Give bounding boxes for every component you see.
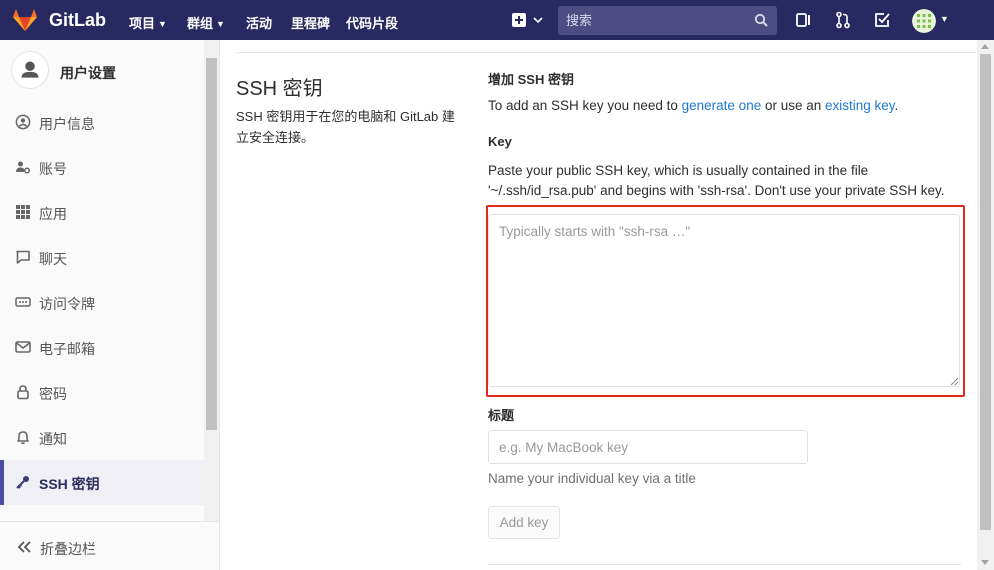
nav-snippets[interactable]: 代码片段 [346,13,398,32]
generate-one-link[interactable]: generate one [682,98,762,113]
add-key-instructions: To add an SSH key you need to generate o… [488,98,898,113]
chevron-down-icon: ▼ [158,19,167,29]
settings-sidebar: 用户设置 用户信息 账号 应用 聊天 访问令牌 电子邮箱 密码 通知 SSH 密… [0,40,220,570]
nav-projects-label: 项目 [129,16,156,31]
page-scrollbar-thumb[interactable] [980,54,991,530]
nav-activity-label: 活动 [246,16,273,31]
key-icon [16,476,29,489]
double-chevron-left-icon [17,541,31,553]
todo-check-icon[interactable] [873,11,891,29]
instruction-text: or use an [761,98,826,113]
active-indicator [0,460,4,505]
scroll-up-arrow-icon[interactable] [981,44,989,49]
search-input[interactable] [566,12,746,29]
add-key-button[interactable]: Add key [488,506,560,539]
sidebar-item-access-tokens[interactable]: 访问令牌 [0,280,204,325]
title-help-text: Name your individual key via a title [488,471,696,486]
user-circle-icon [15,114,31,130]
collapse-sidebar-button[interactable]: 折叠边栏 [0,521,219,570]
divider [236,52,976,53]
sidebar-item-notifications[interactable]: 通知 [0,415,204,460]
grid-apps-icon [16,205,30,219]
key-textarea[interactable] [488,214,960,387]
nav-projects[interactable]: 项目 ▼ [129,13,167,32]
collapse-sidebar-label: 折叠边栏 [40,541,96,557]
sidebar-item-label: 通知 [39,431,67,447]
search-box[interactable] [558,6,777,35]
sidebar-item-label: 密码 [39,386,67,402]
lock-icon [17,385,29,400]
sidebar-item-label: 用户信息 [39,116,95,132]
sidebar-item-label: 电子邮箱 [39,341,95,357]
key-help-text: Paste your public SSH key, which is usua… [488,163,945,198]
divider [488,564,961,565]
search-icon[interactable] [754,13,768,27]
chevron-down-icon: ▼ [216,19,225,29]
sidebar-item-applications[interactable]: 应用 [0,190,204,235]
sidebar-item-account[interactable]: 账号 [0,145,204,190]
sidebar-toggle-icon[interactable] [795,11,813,29]
sidebar-item-profile[interactable]: 用户信息 [0,100,204,145]
gitlab-logo-icon[interactable] [12,8,38,32]
sidebar-header[interactable]: 用户设置 [0,40,204,98]
sidebar-item-label: 账号 [39,161,67,177]
sidebar-scrollbar-thumb[interactable] [206,58,217,430]
mail-icon [15,341,31,353]
sidebar-item-label: 应用 [39,206,67,222]
user-avatar-icon [11,51,49,89]
sidebar-item-ssh-keys[interactable]: SSH 密钥 [0,460,204,505]
nav-groups-label: 群组 [187,16,214,31]
account-gear-icon [16,161,31,174]
scroll-down-arrow-icon[interactable] [981,560,989,565]
title-input[interactable] [488,430,808,464]
comment-icon [16,250,30,264]
nav-milestones[interactable]: 里程碑 [291,13,330,32]
sidebar-title: 用户设置 [60,65,116,81]
user-avatar[interactable] [912,9,936,33]
sidebar-item-label: SSH 密钥 [39,476,100,492]
add-key-heading: 增加 SSH 密钥 [488,72,574,87]
sidebar-scrollbar[interactable] [204,40,219,530]
nav-milestones-label: 里程碑 [291,16,331,31]
instruction-text: To add an SSH key you need to [488,98,682,113]
resize-grip-icon[interactable] [949,376,959,386]
instruction-text: . [894,98,899,113]
merge-request-icon[interactable] [834,11,852,29]
nav-snippets-label: 代码片段 [346,16,399,31]
page-scrollbar[interactable] [977,40,994,570]
brand-name[interactable]: GitLab [49,10,106,31]
nav-groups[interactable]: 群组 ▼ [187,13,225,32]
top-navbar: GitLab 项目 ▼ 群组 ▼ 活动 里程碑 代码片段 搜索 ▼ [0,0,994,40]
page-title: SSH 密钥 [236,78,323,100]
sidebar-item-label: 聊天 [39,251,67,267]
section-description: SSH 密钥用于在您的电脑和 GitLab 建立安全连接。 [236,109,455,145]
title-label: 标题 [488,408,515,423]
sidebar-item-label: 访问令牌 [39,296,95,312]
sidebar-item-emails[interactable]: 电子邮箱 [0,325,204,370]
sidebar-item-password[interactable]: 密码 [0,370,204,415]
bell-icon [17,431,29,445]
chevron-down-icon[interactable]: ▼ [940,14,949,24]
sidebar-item-chat[interactable]: 聊天 [0,235,204,280]
token-icon [15,297,31,307]
existing-key-link[interactable]: existing key [825,98,895,113]
key-label: Key [488,134,512,149]
nav-activity[interactable]: 活动 [246,13,272,32]
plus-square-icon[interactable] [510,11,544,29]
